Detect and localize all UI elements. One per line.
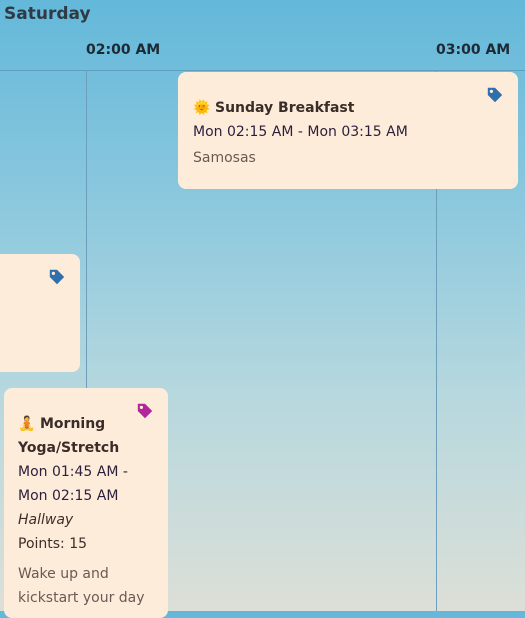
event-card-morning-yoga[interactable]: 🧘 Morning Yoga/Stretch Mon 01:45 AM - Mon… xyxy=(4,388,168,618)
event-card-sunday-breakfast[interactable]: 🌞 Sunday Breakfast Mon 02:15 AM - Mon 03:… xyxy=(178,72,518,189)
event-description: Samosas xyxy=(193,150,256,166)
event-card-partial[interactable] xyxy=(0,254,80,372)
tag-icon[interactable] xyxy=(48,268,66,286)
event-description: Wake up and kickstart your day xyxy=(18,566,145,606)
time-label-0200: 02:00 AM xyxy=(86,42,161,58)
event-location: Hallway xyxy=(18,512,74,528)
tag-icon[interactable] xyxy=(486,86,504,104)
event-time: Mon 01:45 AM - Mon 02:15 AM xyxy=(18,464,128,504)
calendar-header: Saturday 02:00 AM 03:00 AM xyxy=(0,0,525,71)
event-time: Mon 02:15 AM - Mon 03:15 AM xyxy=(193,124,408,140)
event-points: Points: 15 xyxy=(18,536,88,552)
day-title: Saturday xyxy=(4,4,91,24)
yoga-person-icon: 🧘 xyxy=(18,416,36,432)
event-title: Sunday Breakfast xyxy=(215,100,355,116)
tag-icon[interactable] xyxy=(136,402,154,420)
time-label-0300: 03:00 AM xyxy=(436,42,511,58)
sun-icon: 🌞 xyxy=(193,100,211,116)
